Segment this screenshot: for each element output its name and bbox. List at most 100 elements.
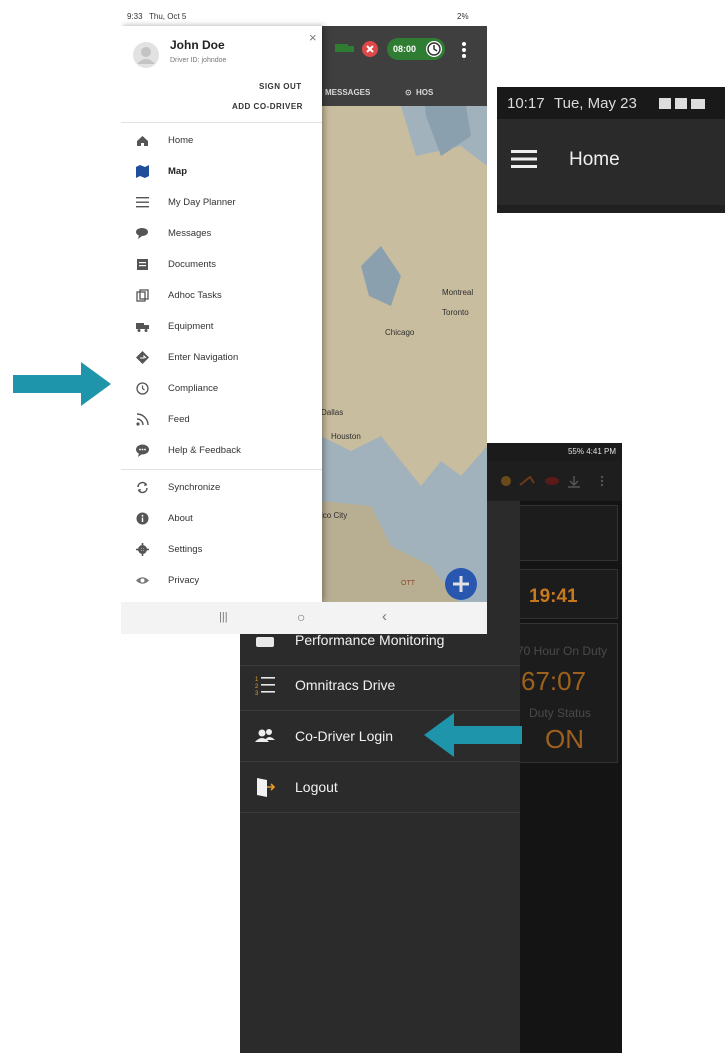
app-bar: 08:00 <box>321 26 487 78</box>
app-bar-title: Home <box>569 149 620 170</box>
driver-id: Driver ID: johndoe <box>170 57 227 64</box>
sign-out-button[interactable]: SIGN OUT <box>259 82 302 91</box>
tab-hos[interactable]: HOS <box>416 88 433 97</box>
menu-item-my-day-planner[interactable]: My Day Planner <box>121 187 322 218</box>
menu-item-enter-navigation[interactable]: Enter Navigation <box>121 342 322 373</box>
menu-item-equipment[interactable]: Equipment <box>121 311 322 342</box>
svg-text:1: 1 <box>255 677 259 683</box>
clock-icon <box>136 382 149 395</box>
settings-icon <box>136 543 149 556</box>
add-co-driver-button[interactable]: ADD CO-DRIVER <box>232 102 303 111</box>
truck-icon <box>136 323 149 332</box>
menu-item-about[interactable]: About <box>121 503 322 534</box>
drawer-item-label: Performance Monitoring <box>295 632 445 648</box>
menu-item-home[interactable]: Home <box>121 125 322 156</box>
drive-time: 19:41 <box>529 586 578 607</box>
menu-item-label: About <box>168 513 193 524</box>
recent-apps-icon[interactable]: ||| <box>219 611 228 623</box>
chat-icon <box>136 228 148 239</box>
menu-item-settings[interactable]: Settings <box>121 534 322 565</box>
menu-item-map[interactable]: Map <box>121 156 322 187</box>
document-icon <box>137 259 148 270</box>
divider <box>121 122 322 123</box>
avatar <box>133 42 159 68</box>
overflow-menu-icon[interactable] <box>461 41 467 59</box>
back-icon[interactable]: ‹ <box>382 608 387 625</box>
user-name: John Doe <box>170 38 225 52</box>
menu-item-messages[interactable]: Messages <box>121 218 322 249</box>
navigation-icon <box>136 351 149 364</box>
svg-text:2: 2 <box>255 684 259 690</box>
drawer-item-omnitracs-drive[interactable]: 1 2 3 Omnitracs Drive <box>240 660 520 711</box>
menu-item-label: Compliance <box>168 383 219 394</box>
tab-messages[interactable]: MESSAGES <box>325 88 370 97</box>
status-battery: 2% <box>457 12 469 21</box>
clock-icon <box>426 41 442 57</box>
menu-item-label: Documents <box>168 259 217 270</box>
home-button-icon[interactable]: ○ <box>297 609 305 625</box>
stop-icon[interactable] <box>361 40 379 58</box>
toolbar-icons <box>501 475 604 488</box>
home-icon <box>137 136 148 146</box>
feedback-icon <box>136 444 149 457</box>
divider <box>121 469 322 470</box>
status-date: Thu, Oct 5 <box>149 12 187 21</box>
menu-item-label: Adhoc Tasks <box>168 290 222 301</box>
menu-item-adhoc-tasks[interactable]: Adhoc Tasks <box>121 280 322 311</box>
menu-item-privacy[interactable]: Privacy <box>121 565 322 596</box>
status-time: 10:17 <box>507 95 545 112</box>
timer-chip[interactable]: 08:00 <box>387 38 445 60</box>
menu-item-label: Settings <box>168 544 203 555</box>
truck-status-icon[interactable] <box>335 42 355 56</box>
menu-item-feed[interactable]: Feed <box>121 404 322 435</box>
top-phone-screenshot: Montreal Toronto Chicago Dallas Houston … <box>121 6 487 634</box>
teal-arrow-right <box>13 362 111 406</box>
menu-item-label: Help & Feedback <box>168 445 241 456</box>
status-text: 55% 4:41 PM <box>567 447 616 456</box>
map-icon <box>136 165 149 178</box>
tasks-icon <box>136 289 149 302</box>
menu-item-documents[interactable]: Documents <box>121 249 322 280</box>
drawer-item-label: Omnitracs Drive <box>295 677 396 693</box>
users-icon <box>255 729 275 742</box>
hours-label: 70 Hour On Duty <box>517 644 608 658</box>
menu-item-label: Messages <box>168 228 212 239</box>
menu-item-label: Home <box>168 135 194 146</box>
menu-item-label: My Day Planner <box>168 197 236 208</box>
duty-value: ON <box>545 724 584 754</box>
hours-value: 67:07 <box>521 666 587 696</box>
menu-item-help-feedback[interactable]: Help & Feedback <box>121 435 322 466</box>
android-nav-bar: ||| ○ ‹ <box>121 602 487 634</box>
close-icon[interactable]: × <box>309 30 317 45</box>
app-bar: Home <box>497 119 725 205</box>
numbered-list-icon: 1 2 3 <box>255 677 275 696</box>
menu-item-compliance[interactable]: Compliance <box>121 373 322 404</box>
hamburger-menu-icon[interactable] <box>511 149 537 169</box>
info-icon <box>136 512 149 525</box>
drawer-item-label: Logout <box>295 779 338 795</box>
duty-label: Duty Status <box>529 706 592 720</box>
notification-icons <box>659 98 705 109</box>
tab-hos-icon: ⊙ <box>405 88 412 97</box>
drawer-item-logout[interactable]: Logout <box>240 762 520 813</box>
menu-item-label: Synchronize <box>168 482 221 493</box>
tab-bar: MESSAGES ⊙ HOS <box>321 78 487 106</box>
status-date: Tue, May 23 <box>554 95 637 112</box>
menu-item-label: Enter Navigation <box>168 352 239 363</box>
nav-drawer: John Doe Driver ID: johndoe × SIGN OUT A… <box>121 26 322 602</box>
scrim <box>321 26 487 602</box>
status-bar: 10:17 Tue, May 23 <box>497 87 725 119</box>
logout-icon <box>257 778 276 797</box>
menu-item-synchronize[interactable]: Synchronize <box>121 472 322 503</box>
list-icon <box>136 197 149 208</box>
sync-icon <box>137 481 148 494</box>
status-bar: 9:33 Thu, Oct 5 2% <box>121 6 487 26</box>
eye-icon <box>136 577 149 584</box>
timer-value: 08:00 <box>393 44 417 54</box>
menu-item-label: Feed <box>168 414 190 425</box>
menu-item-label: Privacy <box>168 575 200 586</box>
drawer-item-label: Co-Driver Login <box>295 728 394 744</box>
svg-text:3: 3 <box>255 691 259 696</box>
teal-arrow-left <box>424 713 522 757</box>
menu-item-label: Equipment <box>168 321 214 332</box>
